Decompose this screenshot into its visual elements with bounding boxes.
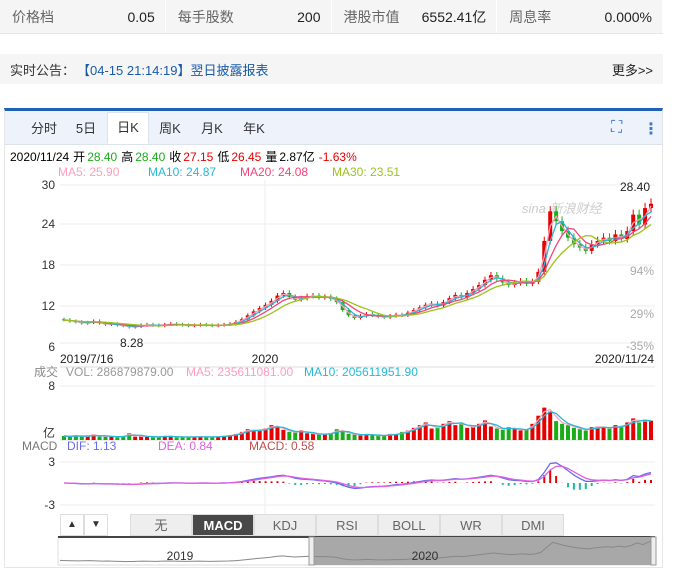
info-label: 港股市值 (344, 7, 400, 27)
info-cell: 港股市值 6552.41亿 (332, 0, 498, 33)
indicator-bar: ▲ ▼ 无MACDKDJRSIBOLLWRDMI (60, 514, 564, 536)
info-value: 200 (297, 9, 320, 25)
info-label: 周息率 (509, 7, 551, 27)
stock-info-bar: 价格档 0.05 每手股数 200 港股市值 6552.41亿 周息率 0.000% (0, 0, 663, 34)
announcement-link[interactable]: 【04-15 21:14:19】翌日披露报表 (77, 60, 268, 79)
info-cell: 每手股数 200 (166, 0, 332, 33)
period-tabs: ⛶ ⋮ 分时5日日K周K月K年K (5, 111, 662, 145)
indicator-tab[interactable]: 无 (130, 514, 192, 536)
fullscreen-icon[interactable]: ⛶ (611, 119, 622, 137)
scroll-up-button[interactable]: ▲ (60, 514, 84, 536)
tab-period[interactable]: 年K (233, 114, 275, 144)
more-link[interactable]: 更多>> (612, 60, 653, 79)
indicator-tab[interactable]: WR (440, 514, 502, 536)
info-label: 每手股数 (178, 7, 234, 27)
tab-period[interactable]: 月K (191, 114, 233, 144)
announcement-label: 实时公告： (10, 60, 75, 79)
scroll-down-button[interactable]: ▼ (84, 514, 108, 536)
info-value: 6552.41亿 (422, 7, 487, 27)
indicator-tab[interactable]: BOLL (378, 514, 440, 536)
more-options-icon[interactable]: ⋮ (643, 119, 659, 139)
tab-period[interactable]: 分时 (23, 114, 65, 144)
info-value: 0.000% (605, 9, 652, 25)
tab-period[interactable]: 周K (149, 114, 191, 144)
indicator-tab[interactable]: RSI (316, 514, 378, 536)
tab-period[interactable]: 日K (107, 112, 149, 144)
info-value: 0.05 (128, 9, 155, 25)
info-cell: 周息率 0.000% (497, 0, 663, 33)
indicator-tab[interactable]: KDJ (254, 514, 316, 536)
announcement-bar: 实时公告： 【04-15 21:14:19】翌日披露报表 更多>> (0, 54, 663, 84)
info-cell: 价格档 0.05 (0, 0, 166, 33)
indicator-tab[interactable]: DMI (502, 514, 564, 536)
kline-panel: ⛶ ⋮ 分时5日日K周K月K年K (4, 108, 663, 568)
indicator-tab[interactable]: MACD (192, 514, 254, 536)
tab-period[interactable]: 5日 (65, 114, 107, 144)
info-label: 价格档 (12, 7, 54, 27)
